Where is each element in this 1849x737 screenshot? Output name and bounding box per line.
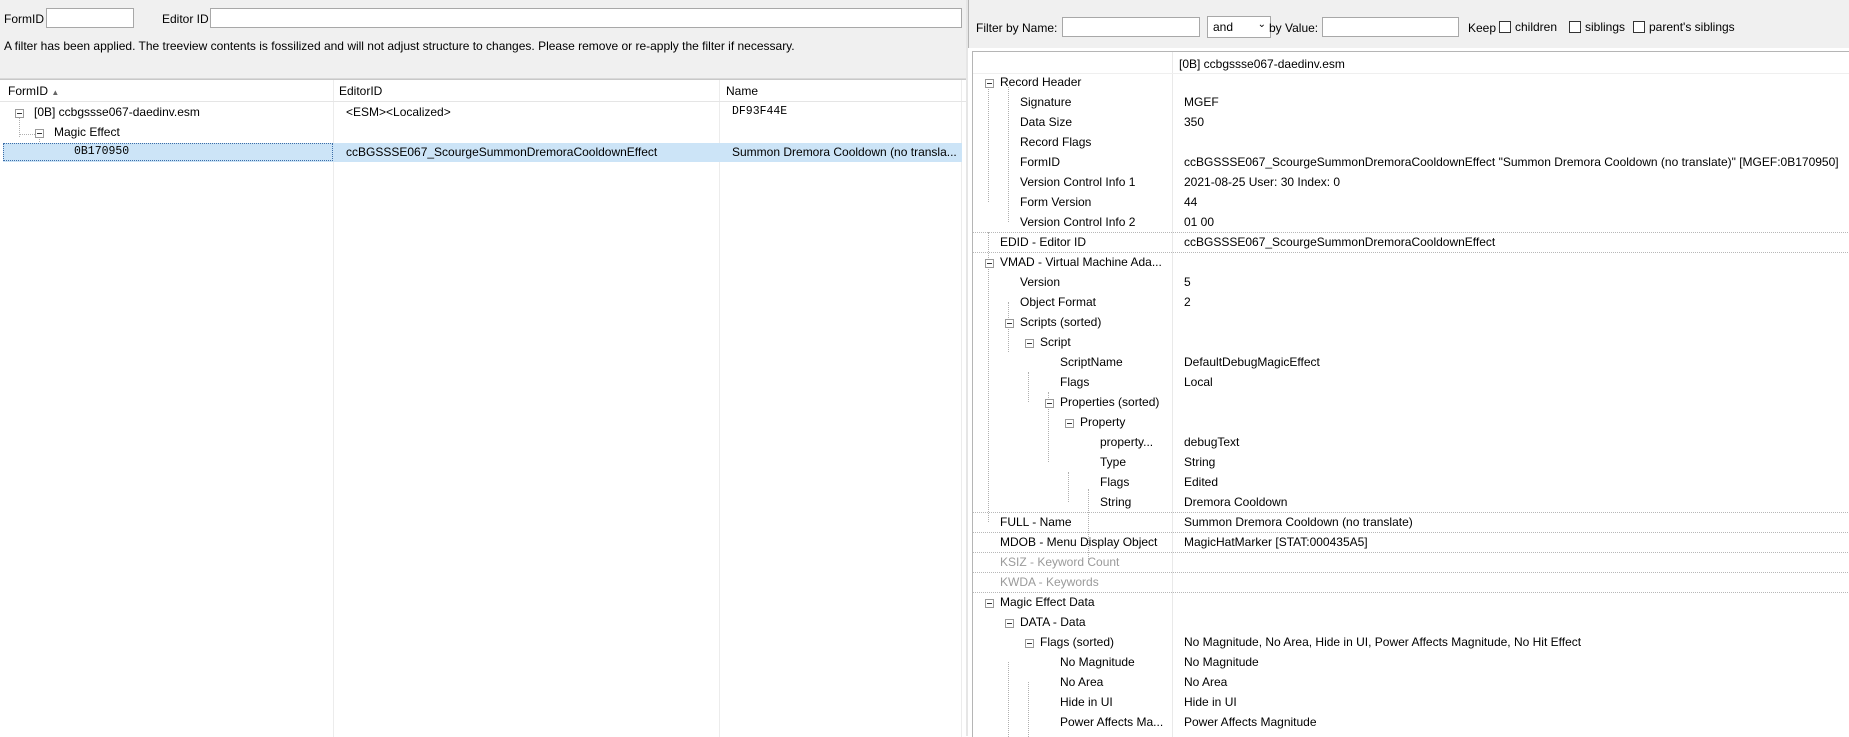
tree-row-property-type[interactable]: Type String — [973, 452, 1849, 472]
sort-ascending-icon: ▲ — [51, 88, 60, 97]
collapse-file-icon[interactable] — [15, 109, 24, 118]
tree-row-scriptname[interactable]: ScriptName DefaultDebugMagicEffect — [973, 352, 1849, 372]
record-view-pane: Filter by Name: and ⌄ by Value: Keep chi… — [968, 0, 1849, 737]
filter-notice: A filter has been applied. The treeview … — [4, 39, 795, 53]
tree-row-vc-info-1[interactable]: Version Control Info 1 2021-08-25 User: 3… — [973, 172, 1849, 192]
tree-row-signature[interactable]: Signature MGEF — [973, 92, 1849, 112]
tree-row-kwda[interactable]: KWDA - Keywords — [973, 572, 1849, 592]
editorid-filter-label: Editor ID — [162, 12, 209, 26]
tree-row-object-format[interactable]: Object Format 2 — [973, 292, 1849, 312]
tree-row-power-affects-magnitude[interactable]: Power Affects Ma... Power Affects Magnitu… — [973, 712, 1849, 732]
list-item-file[interactable]: [0B] ccbgssse067-daedinv.esm — [34, 102, 200, 122]
tree-row-properties[interactable]: Properties (sorted) — [973, 392, 1849, 412]
tree-row-property-flags[interactable]: Flags Edited — [973, 472, 1849, 492]
tree-row-no-area[interactable]: No Area No Area — [973, 672, 1849, 692]
filter-by-name-input[interactable] — [1062, 17, 1200, 37]
list-item-file-editorid: <ESM><Localized> — [346, 105, 451, 119]
record-grid: FormID ▲ EditorID Name [0B] ccbgssse067-… — [0, 79, 966, 737]
formid-filter-label: FormID — [4, 12, 44, 26]
tree-row-script[interactable]: Script — [973, 332, 1849, 352]
chevron-down-icon: ⌄ — [1257, 19, 1266, 30]
tree-row-property[interactable]: Property — [973, 412, 1849, 432]
selected-row-name: Summon Dremora Cooldown (no transla... — [732, 145, 957, 159]
keep-children-label: children — [1515, 20, 1558, 34]
column-header-editorid[interactable]: EditorID — [339, 83, 382, 100]
editorid-filter-input[interactable] — [210, 8, 962, 28]
keep-label: Keep — [1468, 21, 1497, 35]
tree-row-hide-in-ui[interactable]: Hide in UI Hide in UI — [973, 692, 1849, 712]
keep-parents-siblings-label: parent's siblings — [1649, 20, 1735, 34]
tree-row-ksiz[interactable]: KSIZ - Keyword Count — [973, 552, 1849, 572]
keep-parents-siblings-checkbox[interactable] — [1633, 21, 1645, 33]
tree-row-full-name[interactable]: FULL - Name Summon Dremora Cooldown (no t… — [973, 512, 1849, 532]
tree-row-vmad-version[interactable]: Version 5 — [973, 272, 1849, 292]
tree-row-scripts[interactable]: Scripts (sorted) — [973, 312, 1849, 332]
keep-children-checkbox[interactable] — [1499, 21, 1511, 33]
tree-row-property-string[interactable]: String Dremora Cooldown — [973, 492, 1849, 512]
formid-filter-input[interactable] — [46, 8, 134, 28]
tree-row-no-magnitude[interactable]: No Magnitude No Magnitude — [973, 652, 1849, 672]
keep-siblings-label: siblings — [1585, 20, 1626, 34]
tree-row-record-flags[interactable]: Record Flags — [973, 132, 1849, 152]
filter-combine-select[interactable]: and ⌄ — [1207, 16, 1271, 38]
tree-row-property-name[interactable]: property... debugText — [973, 432, 1849, 452]
filter-combine-value: and — [1213, 20, 1234, 34]
selected-row-editorid: ccBGSSSE067_ScourgeSummonDremoraCooldown… — [346, 145, 658, 159]
column-header-name[interactable]: Name — [726, 83, 758, 100]
by-value-label: by Value: — [1269, 21, 1319, 35]
tree-row-record-header[interactable]: Record Header — [973, 72, 1849, 92]
tree-row-vmad[interactable]: VMAD - Virtual Machine Ada... — [973, 252, 1849, 272]
filter-bar: FormID Editor ID A filter has been appli… — [0, 0, 966, 79]
tree-row-data[interactable]: DATA - Data — [973, 612, 1849, 632]
list-item-file-name: DF93F44E — [732, 105, 788, 118]
view-filter-bar: Filter by Name: and ⌄ by Value: Keep chi… — [968, 0, 1849, 48]
tree-row-formid[interactable]: FormID ccBGSSSE067_ScourgeSummonDremoraCo… — [973, 152, 1849, 172]
tree-row-script-flags[interactable]: Flags Local — [973, 372, 1849, 392]
tree-row-form-version[interactable]: Form Version 44 — [973, 192, 1849, 212]
selected-row-formid[interactable]: 0B170950 — [74, 142, 129, 162]
filter-by-name-label: Filter by Name: — [976, 21, 1058, 35]
collapse-group-icon[interactable] — [35, 129, 44, 138]
tree-row-data-size[interactable]: Data Size 350 — [973, 112, 1849, 132]
tree-row-vc-info-2[interactable]: Version Control Info 2 01 00 — [973, 212, 1849, 232]
tree-row-magic-effect-data[interactable]: Magic Effect Data — [973, 592, 1849, 612]
filter-by-value-input[interactable] — [1322, 17, 1459, 37]
tree-row-flags-sorted[interactable]: Flags (sorted) No Magnitude, No Area, Hid… — [973, 632, 1849, 652]
file-header: [0B] ccbgssse067-daedinv.esm — [1179, 57, 1345, 71]
keep-siblings-checkbox[interactable] — [1569, 21, 1581, 33]
tree-row-edid[interactable]: EDID - Editor ID ccBGSSSE067_ScourgeSummo… — [973, 232, 1849, 252]
tree-row-mdob[interactable]: MDOB - Menu Display Object MagicHatMarker… — [973, 532, 1849, 552]
record-list-pane: FormID Editor ID A filter has been appli… — [0, 0, 966, 737]
record-tree: [0B] ccbgssse067-daedinv.esm Record Head… — [972, 51, 1849, 737]
list-item-group[interactable]: Magic Effect — [54, 122, 120, 142]
column-header-formid[interactable]: FormID ▲ — [8, 83, 59, 100]
